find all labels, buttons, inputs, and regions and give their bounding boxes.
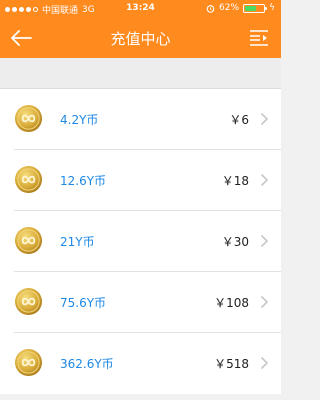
chevron-right-icon <box>260 112 269 126</box>
status-bar: 中国联通 3G 13:24 62% ϟ <box>0 0 281 17</box>
coin-amount: 4.2Y币 <box>60 113 99 127</box>
price-label: ￥108 <box>214 296 249 310</box>
recharge-list: 4.2Y币 ￥6 12.6Y币 ￥18 21Y币 ￥30 75.6Y币 ￥108… <box>0 89 281 394</box>
chevron-right-icon <box>260 234 269 248</box>
section-spacer <box>0 58 281 89</box>
app-root: 中国联通 3G 13:24 62% ϟ 充值中心 4.2Y币 ￥6 12.6Y币… <box>0 0 281 400</box>
battery-percent: 62% <box>219 3 240 13</box>
list-menu-icon[interactable] <box>247 26 271 50</box>
recharge-item[interactable]: 21Y币 ￥30 <box>0 211 281 272</box>
coin-amount: 12.6Y币 <box>60 174 107 188</box>
battery-icon <box>243 3 268 13</box>
chevron-right-icon <box>260 356 269 370</box>
battery-level <box>245 5 257 11</box>
charging-bolt-icon: ϟ <box>269 3 275 13</box>
nav-bar: 充值中心 <box>0 17 281 58</box>
y-coin-icon <box>14 104 43 133</box>
chevron-right-icon <box>260 173 269 187</box>
recharge-item[interactable]: 4.2Y币 ￥6 <box>0 89 281 150</box>
y-coin-icon <box>14 348 43 377</box>
price-label: ￥6 <box>229 113 249 127</box>
price-label: ￥18 <box>221 174 249 188</box>
y-coin-icon <box>14 287 43 316</box>
recharge-item[interactable]: 12.6Y币 ￥18 <box>0 150 281 211</box>
alarm-clock-icon <box>206 4 215 13</box>
coin-amount: 362.6Y币 <box>60 357 114 371</box>
recharge-item[interactable]: 75.6Y币 ￥108 <box>0 272 281 333</box>
y-coin-icon <box>14 165 43 194</box>
page-title: 充值中心 <box>110 30 171 48</box>
y-coin-icon <box>14 226 43 255</box>
coin-amount: 21Y币 <box>60 235 95 249</box>
price-label: ￥30 <box>221 235 249 249</box>
status-right: 62% ϟ <box>206 3 275 13</box>
coin-amount: 75.6Y币 <box>60 296 107 310</box>
recharge-item[interactable]: 362.6Y币 ￥518 <box>0 333 281 394</box>
header-bar: 中国联通 3G 13:24 62% ϟ 充值中心 <box>0 0 281 58</box>
price-label: ￥518 <box>214 357 249 371</box>
chevron-right-icon <box>260 295 269 309</box>
